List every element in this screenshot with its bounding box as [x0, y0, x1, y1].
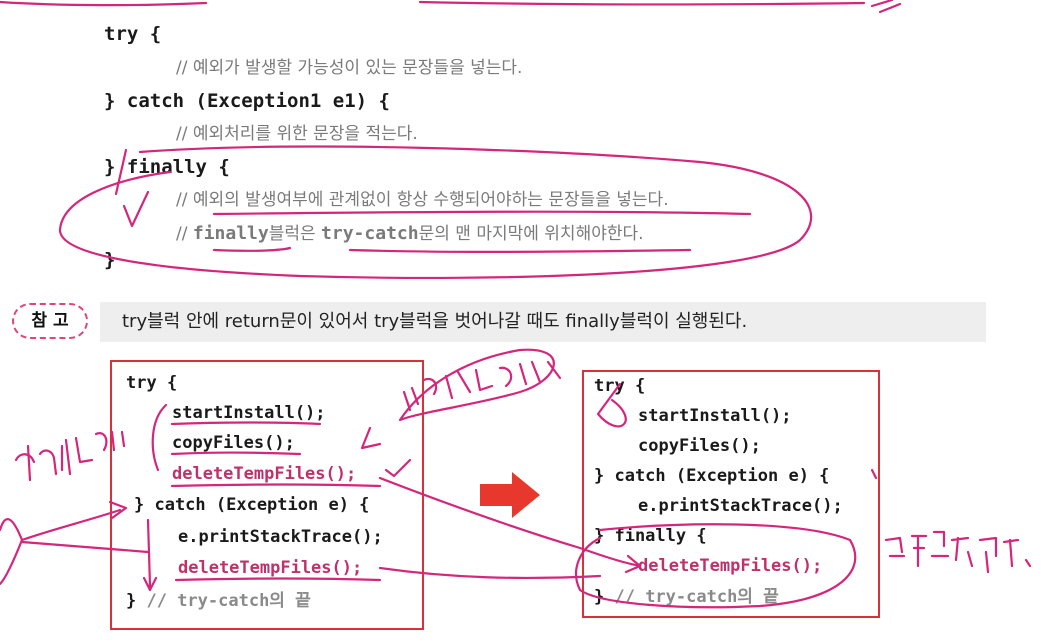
- comment-4-suffix: 문의 맨 마지막에 위치해야한다.: [418, 224, 644, 244]
- right-line-delete-temp: deleteTempFiles();: [638, 556, 823, 576]
- left-line-delete-temp-1: deleteTempFiles();: [172, 464, 357, 484]
- comment-4-keyword-try-catch: try-catch: [321, 223, 419, 244]
- syntax-close-brace: }: [104, 249, 116, 271]
- syntax-comment-3: // 예외의 발생여부에 관계없이 항상 수행되어야하는 문장들을 넣는다.: [176, 190, 669, 210]
- right-line-try: try {: [594, 376, 646, 396]
- left-line-catch: } catch (Exception e) {: [134, 495, 370, 515]
- left-line-print-stack: e.printStackTrace();: [178, 527, 383, 547]
- left-line-copy-files: copyFiles();: [172, 433, 295, 453]
- left-end-brace: }: [126, 591, 147, 611]
- right-line-print-stack: e.printStackTrace();: [638, 496, 843, 516]
- right-line-finally: } finally {: [594, 526, 707, 546]
- left-line-end: } // try-catch의 끝: [126, 590, 311, 612]
- note-text: try블럭 안에 return문이 있어서 try블럭을 벗어나갈 때도 fin…: [122, 311, 748, 332]
- left-line-start-install: startInstall();: [172, 403, 326, 423]
- comment-4-mid: 블럭은: [268, 224, 322, 244]
- right-end-comment: // try-catch의 끝: [614, 587, 779, 607]
- comment-4-prefix: //: [176, 224, 193, 244]
- syntax-try-open: try {: [104, 23, 162, 45]
- right-arrow-icon: [480, 472, 540, 518]
- syntax-finally-line: } finally {: [104, 156, 230, 178]
- left-end-comment: // try-catch의 끝: [146, 591, 311, 611]
- syntax-catch-line: } catch (Exception1 e1) {: [104, 90, 390, 112]
- syntax-comment-2: // 예외처리를 위한 문장을 적는다.: [176, 124, 418, 144]
- syntax-comment-4: // finally블럭은 try-catch문의 맨 마지막에 위치해야한다.: [176, 222, 644, 246]
- note-badge: 참 고: [12, 303, 88, 339]
- syntax-comment-1: // 예외가 발생할 가능성이 있는 문장들을 넣는다.: [176, 58, 523, 78]
- right-line-end: } // try-catch의 끝: [594, 586, 779, 608]
- comment-4-keyword-finally: finally: [192, 223, 269, 244]
- left-line-try: try {: [126, 373, 178, 393]
- right-line-copy-files: copyFiles();: [638, 436, 761, 456]
- right-line-start-install: startInstall();: [638, 406, 792, 426]
- right-end-brace: }: [594, 587, 615, 607]
- left-line-delete-temp-2: deleteTempFiles();: [178, 558, 363, 578]
- right-line-catch: } catch (Exception e) {: [594, 466, 830, 486]
